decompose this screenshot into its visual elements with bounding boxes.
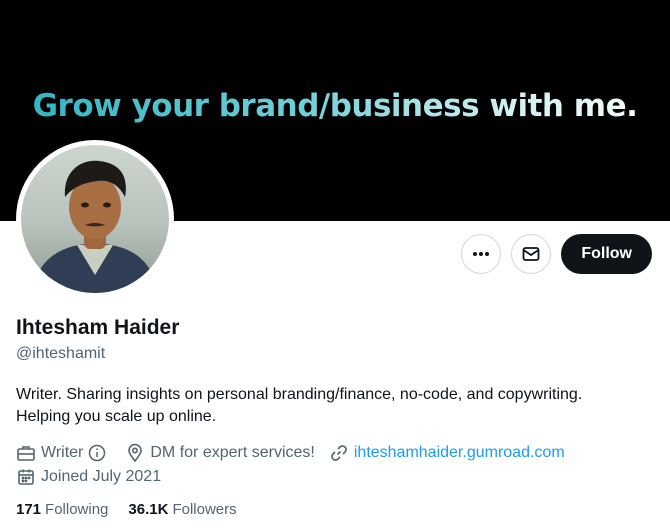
following-count: 171 [16, 501, 42, 518]
info-icon[interactable] [88, 444, 106, 462]
profile-meta: Writer DM for expert services! ihteshamh… [16, 441, 666, 489]
avatar-photo [21, 145, 169, 293]
website-link[interactable]: ihteshamhaider.gumroad.com [354, 444, 565, 462]
category-item: Writer [16, 443, 111, 463]
following-link[interactable]: 171 Following [16, 501, 108, 518]
message-button[interactable] [511, 234, 552, 274]
briefcase-icon [17, 446, 35, 461]
following-label: Following [45, 501, 109, 518]
banner-text: Grow your brand/business with me. [0, 88, 670, 124]
followers-link[interactable]: 36.1K Followers [128, 501, 236, 518]
link-icon [331, 445, 347, 461]
bio-line: Writer. Sharing insights on personal bra… [16, 386, 583, 403]
website-item: ihteshamhaider.gumroad.com [329, 443, 565, 463]
bio: Writer. Sharing insights on personal bra… [16, 384, 656, 428]
more-horizontal-icon [473, 252, 490, 256]
followers-count: 36.1K [128, 501, 169, 518]
followers-label: Followers [172, 501, 237, 518]
category-label: Writer [41, 444, 84, 461]
profile-actions: Follow [461, 234, 652, 274]
bio-line: Helping you scale up online. [16, 408, 217, 425]
joined-label: Joined July 2021 [41, 468, 162, 485]
location-label: DM for expert services! [150, 444, 315, 461]
more-button[interactable] [461, 234, 502, 274]
location-item: DM for expert services! [125, 443, 315, 463]
location-pin-icon [128, 443, 143, 463]
avatar[interactable] [16, 140, 174, 298]
calendar-icon [18, 469, 34, 485]
user-handle: @ihteshamit [16, 345, 106, 362]
follow-stats: 171 Following 36.1K Followers [16, 501, 237, 518]
follow-button[interactable]: Follow [561, 234, 652, 274]
joined-item: Joined July 2021 [16, 467, 161, 487]
envelope-icon [522, 247, 540, 261]
display-name: Ihtesham Haider [16, 316, 180, 339]
